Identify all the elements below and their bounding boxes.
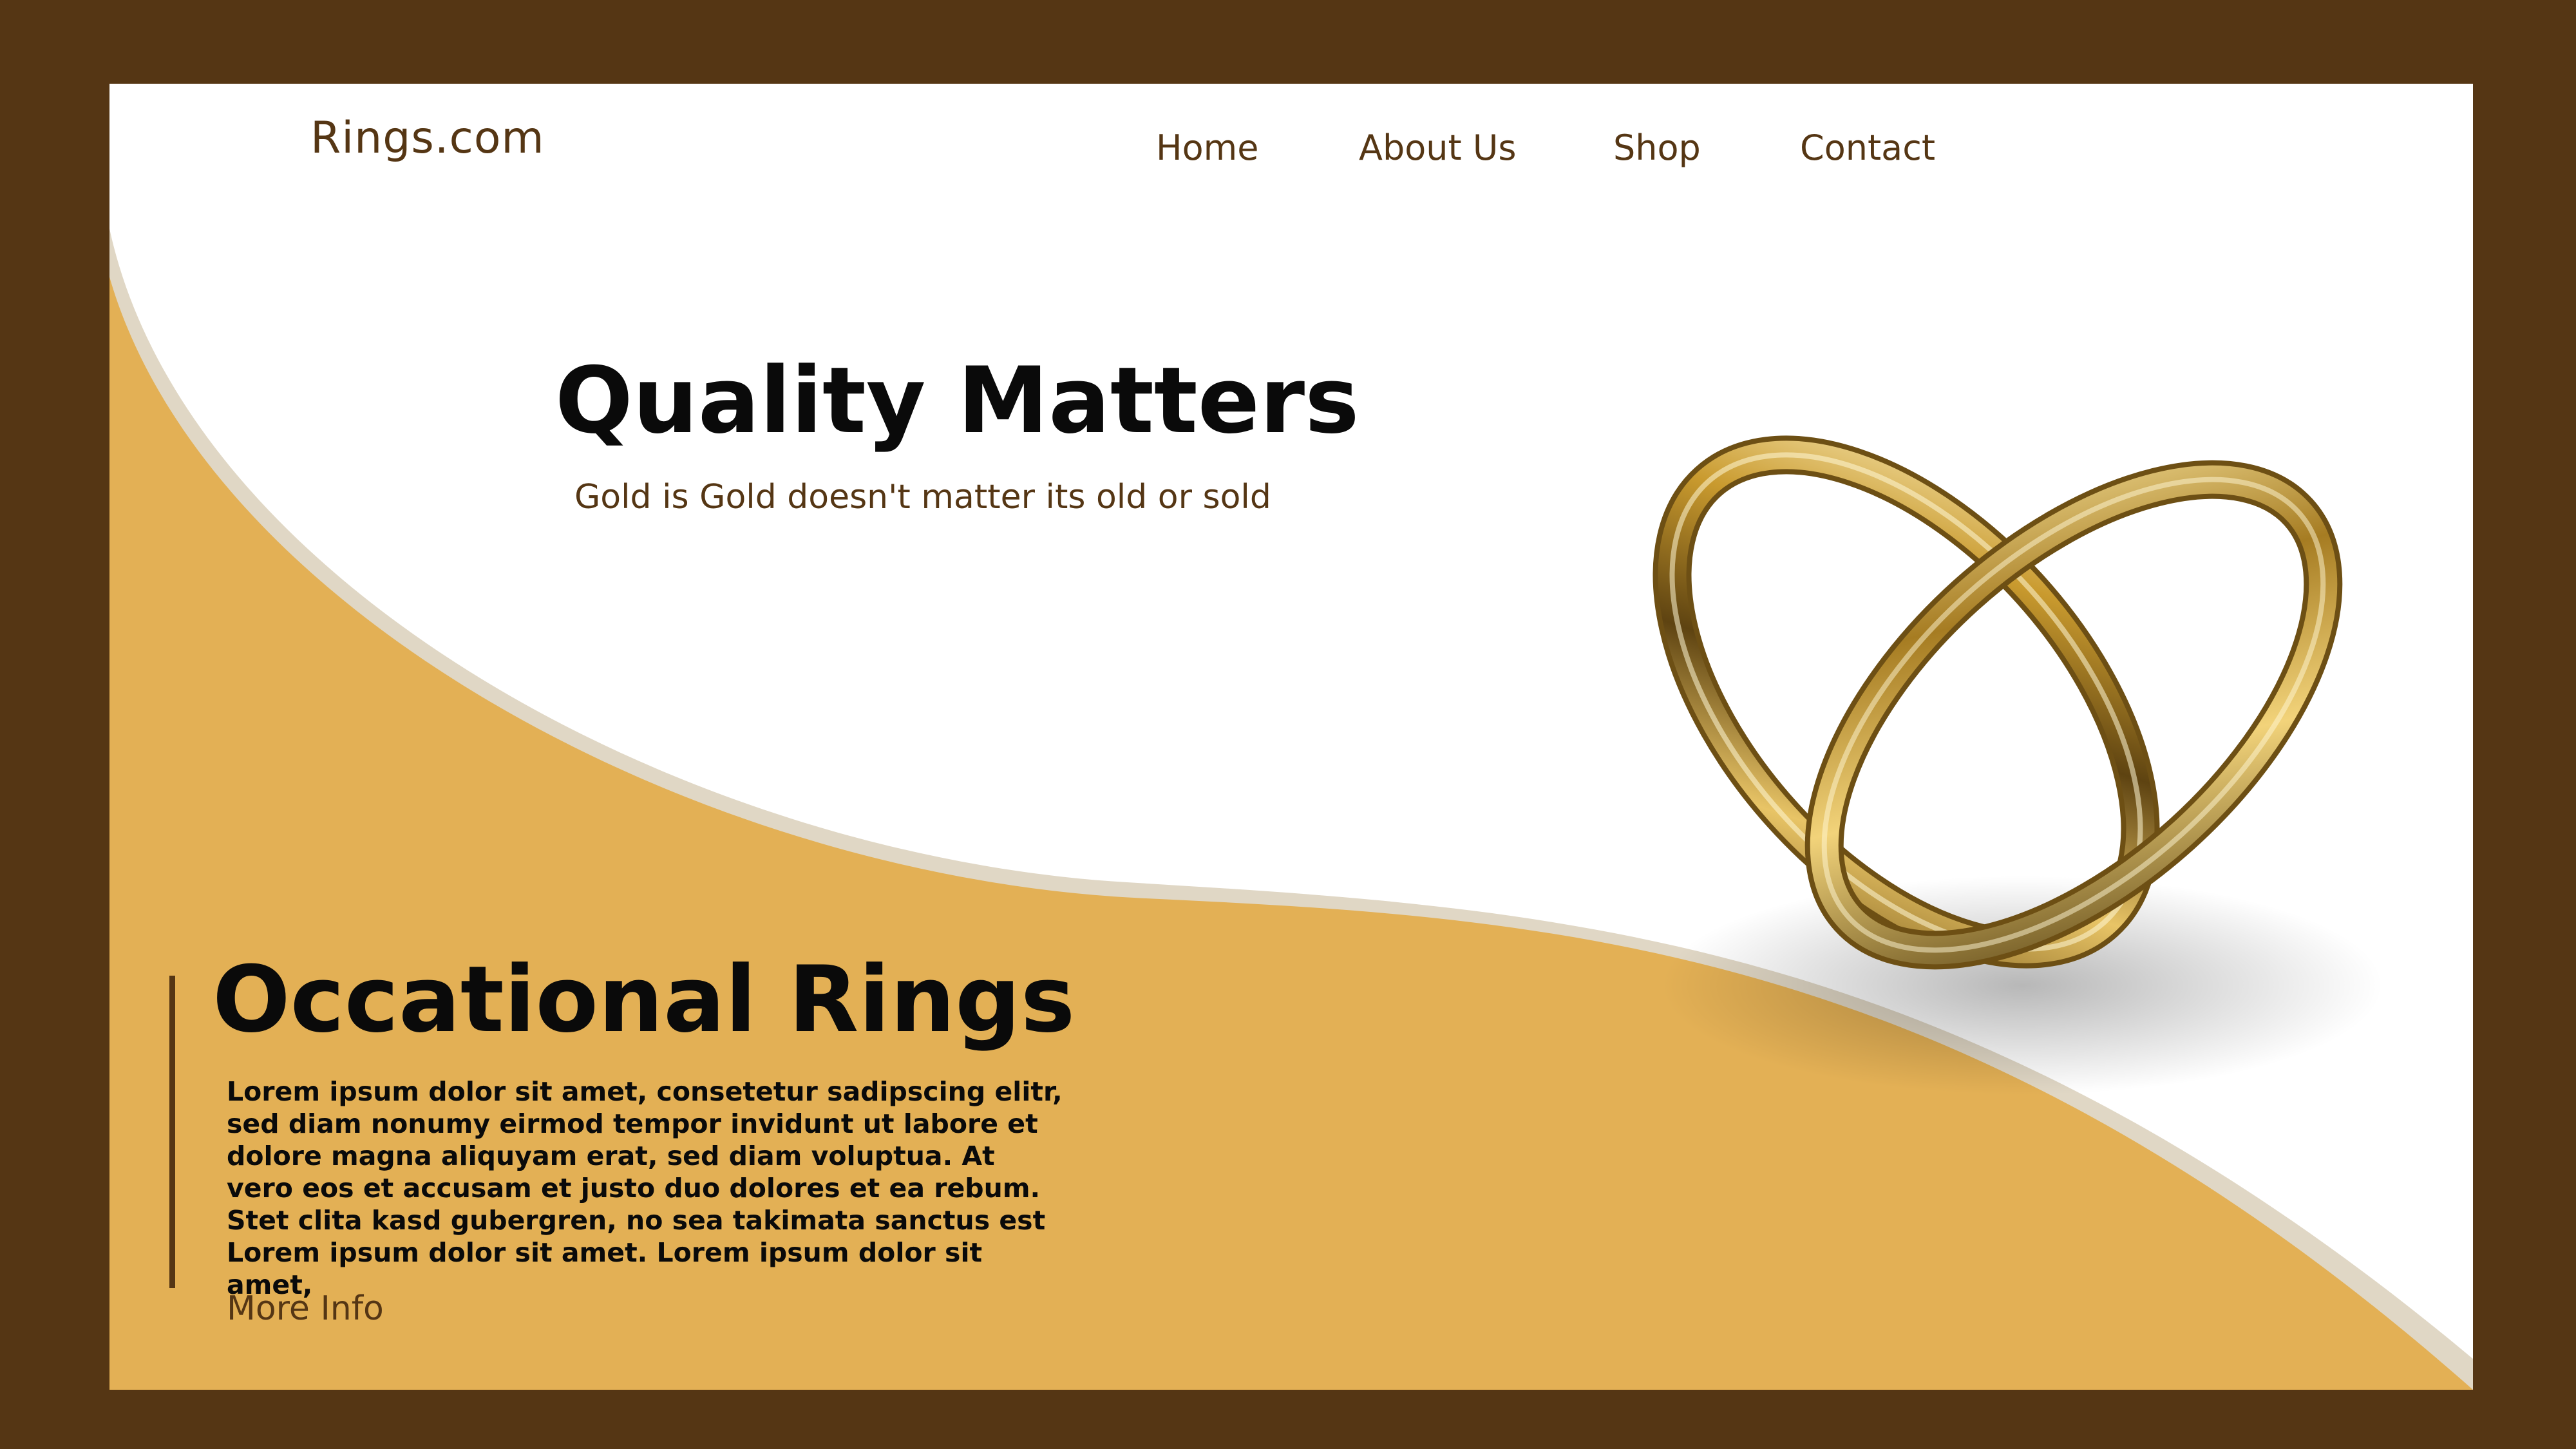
section-accent-bar — [169, 976, 175, 1288]
more-info-link[interactable]: More Info — [227, 1289, 384, 1328]
nav-item-contact[interactable]: Contact — [1800, 128, 1935, 168]
section-title: Occational Rings — [213, 947, 1075, 1053]
nav-item-about-us[interactable]: About Us — [1359, 128, 1516, 168]
hero-subtitle: Gold is Gold doesn't matter its old or s… — [574, 478, 1271, 516]
landing-card: Rings.com Home About Us Shop Contact Qua… — [109, 84, 2473, 1390]
gold-rings-icon — [1653, 435, 2383, 1095]
section-body: Lorem ipsum dolor sit amet, consetetur s… — [227, 1076, 1063, 1300]
nav-item-shop[interactable]: Shop — [1613, 128, 1701, 168]
hero-title: Quality Matters — [555, 348, 1359, 454]
site-logo[interactable]: Rings.com — [310, 113, 545, 164]
rings-shadow — [1662, 876, 2383, 1095]
nav-item-home[interactable]: Home — [1156, 128, 1258, 168]
